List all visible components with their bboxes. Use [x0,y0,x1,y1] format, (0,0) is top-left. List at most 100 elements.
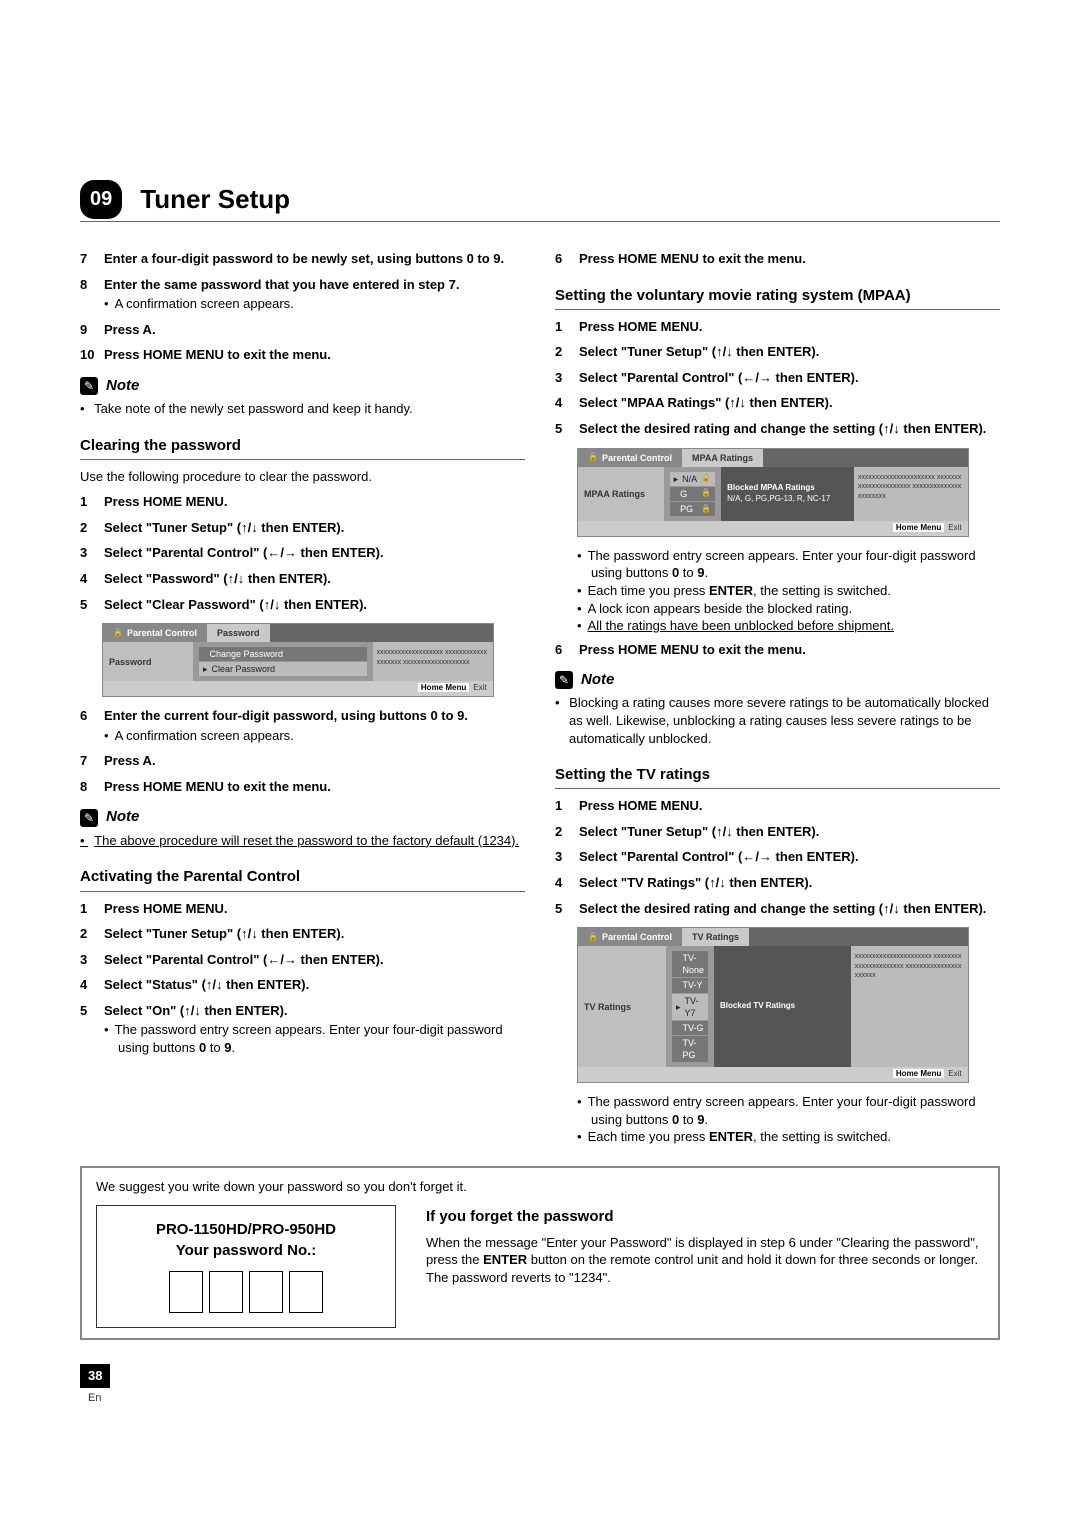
left-column: 7 Enter a four-digit password to be newly… [80,250,525,1146]
tvratings-steps: 1Press HOME MENU. 2Select "Tuner Setup" (… [555,797,1000,917]
osd1-breadcrumb-2: Password [207,624,270,642]
step-body: Select "MPAA Ratings" (↑/↓ then ENTER). [579,394,1000,412]
osd-figure-tv-ratings: 🔒Parental Control TV Ratings TV Ratings … [577,927,969,1083]
step-item: 5Select "Clear Password" (↑/↓ then ENTER… [80,596,525,614]
step-body: Select "Tuner Setup" (↑/↓ then ENTER). [579,343,1000,361]
note-1-text: Take note of the newly set password and … [94,400,525,418]
pw-digit-box [249,1271,283,1313]
step-item: 4Select "Status" (↑/↓ then ENTER). [80,976,525,994]
password-digit-boxes [117,1271,375,1313]
lock-icon: 🔒 [701,473,711,484]
right-pre-step: 6Press HOME MENU to exit the menu. [555,250,1000,268]
step-body: Enter the same password that you have en… [104,276,525,313]
step-item: 3Select "Parental Control" (←/→ then ENT… [80,544,525,562]
step-number: 4 [80,976,104,994]
step-body: Select "TV Ratings" (↑/↓ then ENTER). [579,874,1000,892]
step-bullet: The password entry screen appears. Enter… [118,1021,525,1056]
model-number: PRO-1150HD/PRO-950HD [117,1220,375,1240]
step-item: 2Select "Tuner Setup" (↑/↓ then ENTER). [555,823,1000,841]
step-item: 4Select "Password" (↑/↓ then ENTER). [80,570,525,588]
lock-icon: 🔒 [701,488,711,499]
osd1-left-label: Password [103,642,193,681]
note-block-1: ✎ Note Take note of the newly set passwo… [80,376,525,418]
step-number: 1 [555,318,579,336]
chapter-title: Tuner Setup [140,182,290,217]
step-item: 4Select "TV Ratings" (↑/↓ then ENTER). [555,874,1000,892]
step-number: 6 [80,707,104,744]
step-body: Press HOME MENU. [579,797,1000,815]
password-label: Your password No.: [117,1241,375,1261]
step-body: Select "On" (↑/↓ then ENTER).The passwor… [104,1002,525,1057]
note-icon: ✎ [555,671,573,689]
step-body: Select "Clear Password" (↑/↓ then ENTER)… [104,596,525,614]
step-body: Select "Tuner Setup" (↑/↓ then ENTER). [579,823,1000,841]
language-code: En [88,1391,101,1406]
step-body: Enter a four-digit password to be newly … [104,250,525,268]
pw-digit-box [169,1271,203,1313]
forget-password-section: If you forget the password When the mess… [426,1205,984,1286]
step-number: 5 [555,900,579,918]
osd-option: ▸N/A🔒 [670,472,716,486]
section-clearing-intro: Use the following procedure to clear the… [80,468,525,486]
section-activating-title: Activating the Parental Control [80,867,525,891]
mpaa-after-step: 6Press HOME MENU to exit the menu. [555,641,1000,659]
step-item: 5Select "On" (↑/↓ then ENTER).The passwo… [80,1002,525,1057]
step-number: 1 [80,900,104,918]
step-item: 5Select the desired rating and change th… [555,900,1000,918]
step-body: Press HOME MENU to exit the menu. [104,778,525,796]
step-number: 5 [80,1002,104,1057]
step-body: Press HOME MENU to exit the menu. [579,641,1000,659]
step-body: Press HOME MENU to exit the menu. [104,346,525,364]
initial-steps: 7Enter a four-digit password to be newly… [80,250,525,364]
cursor-icon: ▸ [674,473,679,485]
info-bullet: Each time you press ENTER, the setting i… [591,582,1000,600]
step-item: 7Press A. [80,752,525,770]
step-item: 3Select "Parental Control" (←/→ then ENT… [555,848,1000,866]
step-body: Select "Parental Control" (←/→ then ENTE… [579,369,1000,387]
pw-digit-box [289,1271,323,1313]
info-bullet: The password entry screen appears. Enter… [591,547,1000,582]
cursor-icon: ▸ [203,663,208,675]
mpaa-steps: 1Press HOME MENU.2Select "Tuner Setup" (… [555,318,1000,438]
step-body: Select "Tuner Setup" (↑/↓ then ENTER). [104,925,525,943]
step-number: 1 [555,797,579,815]
step-item: 2Select "Tuner Setup" (↑/↓ then ENTER). [80,519,525,537]
osd3-left-label: TV Ratings [578,946,666,1067]
step-body: Press A. [104,752,525,770]
step-item: 2Select "Tuner Setup" (↑/↓ then ENTER). [80,925,525,943]
step-item: 3Select "Parental Control" (←/→ then ENT… [80,951,525,969]
tvratings-post-bullets: The password entry screen appears. Enter… [577,1093,1000,1146]
note-icon: ✎ [80,377,98,395]
step-body: Press HOME MENU. [104,900,525,918]
pw-digit-box [209,1271,243,1313]
osd2-info-text: N/A, G, PG,PG-13, R, NC-17 [727,494,848,505]
lock-icon: 🔒 [701,504,711,515]
step-item: 9Press A. [80,321,525,339]
note-icon: ✎ [80,809,98,827]
step-number: 1 [80,493,104,511]
step-number: 3 [555,848,579,866]
password-suggest-text: We suggest you write down your password … [96,1178,984,1196]
step-number: 3 [555,369,579,387]
step-body: Press HOME MENU. [579,318,1000,336]
osd-option: TV-G [672,1021,708,1035]
step-bullet: A confirmation screen appears. [118,727,525,745]
note-title: Note [106,807,139,827]
note-block-2: ✎ Note The above procedure will reset th… [80,807,525,849]
step-number: 2 [80,925,104,943]
step-body: Select "Password" (↑/↓ then ENTER). [104,570,525,588]
step-item: 7Enter a four-digit password to be newly… [80,250,525,268]
osd-option: TV-None [672,951,708,977]
step-body: Select "Status" (↑/↓ then ENTER). [104,976,525,994]
step-number: 7 [80,752,104,770]
clearing-steps: 1Press HOME MENU.2Select "Tuner Setup" (… [80,493,525,613]
step-body: Select "Parental Control" (←/→ then ENTE… [104,951,525,969]
osd1-desc: xxxxxxxxxxxxxxxxxxx xxxxxxxxxxxxxxxxxxx … [373,642,493,681]
osd3-info-title: Blocked TV Ratings [720,1001,845,1012]
step-body: Select the desired rating and change the… [579,420,1000,438]
step-item: 1Press HOME MENU. [80,900,525,918]
osd1-options: Change Password▸Clear Password [193,642,373,681]
step-number: 6 [555,641,579,659]
osd2-options: ▸N/A🔒 G🔒 PG🔒 [664,467,722,521]
step-item: 3Select "Parental Control" (←/→ then ENT… [555,369,1000,387]
